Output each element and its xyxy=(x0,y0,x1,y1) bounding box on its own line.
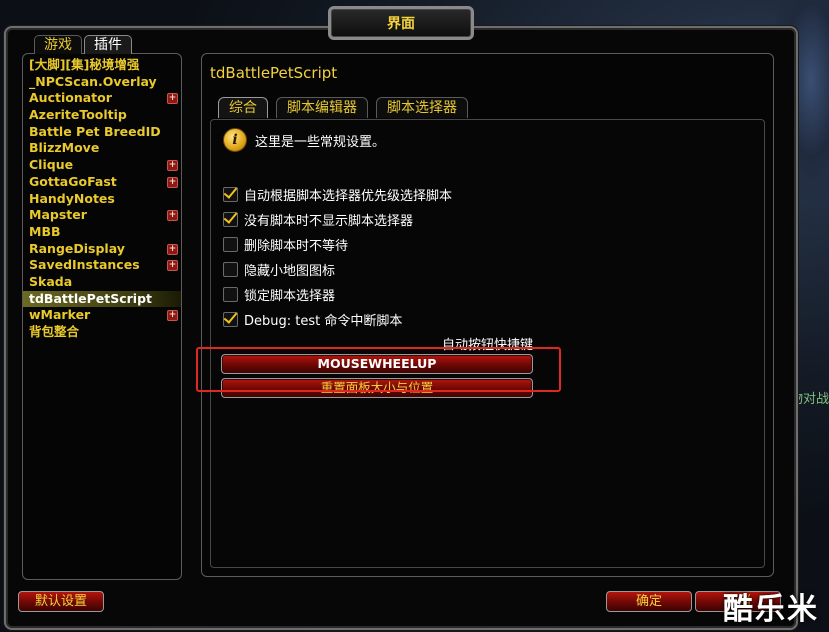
plus-icon[interactable]: + xyxy=(167,93,178,105)
addon-list: [大脚][集]秘境增强 _NPCScan.Overlay Auctionator + A… xyxy=(22,53,182,580)
addon-item[interactable]: tdBattlePetScript xyxy=(23,290,181,308)
annotation-highlight xyxy=(196,347,561,392)
plus-icon[interactable]: + xyxy=(167,260,178,272)
settings-panel: tdBattlePetScript 综合 脚本编辑器 脚本选择器 i 这里是一些… xyxy=(201,53,774,577)
option-label: Debug: test 命令中断脚本 xyxy=(244,314,403,329)
general-settings: i 这里是一些常规设置。 自动根据脚本选择器优先级选择脚本 没有脚本时不显示脚本… xyxy=(210,119,765,568)
plus-icon[interactable]: + xyxy=(167,160,178,172)
addon-item[interactable]: Battle Pet BreedID xyxy=(23,124,181,141)
addon-label: [大脚][集]秘境增强 xyxy=(29,57,140,72)
addon-label: _NPCScan.Overlay xyxy=(29,73,157,89)
addon-label: Clique xyxy=(29,157,74,173)
addon-label: Auctionator xyxy=(29,90,112,106)
addon-label: AzeriteTooltip xyxy=(29,107,127,123)
plus-icon[interactable]: + xyxy=(167,210,178,222)
option-hide-minimap-icon[interactable]: 隐藏小地图图标 xyxy=(223,260,335,279)
addon-item[interactable]: _NPCScan.Overlay xyxy=(23,74,181,91)
addon-label: Skada xyxy=(29,273,73,289)
addon-item[interactable]: Mapster + xyxy=(23,207,181,224)
addon-item[interactable]: 背包整合 xyxy=(23,324,181,341)
addon-label: HandyNotes xyxy=(29,190,115,206)
addon-item[interactable]: Skada xyxy=(23,274,181,291)
checkbox[interactable] xyxy=(223,187,238,202)
addon-item[interactable]: BlizzMove xyxy=(23,140,181,157)
option-auto-select-script[interactable]: 自动根据脚本选择器优先级选择脚本 xyxy=(223,185,452,204)
addon-item[interactable]: RangeDisplay + xyxy=(23,241,181,258)
window-title: 界面 xyxy=(328,6,474,40)
plus-icon[interactable]: + xyxy=(167,176,178,188)
checkbox[interactable] xyxy=(223,212,238,227)
addon-label: SavedInstances xyxy=(29,257,140,273)
addon-label: Battle Pet BreedID xyxy=(29,123,161,139)
tab-script-selector[interactable]: 脚本选择器 xyxy=(376,97,468,118)
addon-item[interactable]: Auctionator + xyxy=(23,90,181,107)
option-lock-selector[interactable]: 锁定脚本选择器 xyxy=(223,285,335,304)
addon-item[interactable]: AzeriteTooltip xyxy=(23,107,181,124)
checkbox[interactable] xyxy=(223,312,238,327)
tab-general[interactable]: 综合 xyxy=(218,97,268,118)
watermark-logo: 酷乐米 xyxy=(723,592,819,627)
checkbox[interactable] xyxy=(223,237,238,252)
ok-button[interactable]: 确定 xyxy=(606,591,692,612)
addon-item[interactable]: Clique + xyxy=(23,157,181,174)
addon-label: MBB xyxy=(29,223,61,239)
addon-item[interactable]: GottaGoFast + xyxy=(23,174,181,191)
addon-item[interactable]: HandyNotes xyxy=(23,191,181,208)
option-label: 自动根据脚本选择器优先级选择脚本 xyxy=(244,189,453,204)
info-row: i 这里是一些常规设置。 xyxy=(223,128,385,152)
addon-item[interactable]: wMarker + xyxy=(23,307,181,324)
checkbox[interactable] xyxy=(223,287,238,302)
option-label: 删除脚本时不等待 xyxy=(244,239,349,254)
info-text: 这里是一些常规设置。 xyxy=(255,134,386,150)
panel-tabs: 综合 脚本编辑器 脚本选择器 xyxy=(218,97,468,118)
tab-game[interactable]: 游戏 xyxy=(34,35,82,54)
option-no-wait-delete[interactable]: 删除脚本时不等待 xyxy=(223,235,348,254)
defaults-button[interactable]: 默认设置 xyxy=(18,591,104,612)
plus-icon[interactable]: + xyxy=(167,243,178,255)
option-hide-selector-no-script[interactable]: 没有脚本时不显示脚本选择器 xyxy=(223,210,413,229)
addon-label: RangeDisplay xyxy=(29,240,125,256)
addon-item[interactable]: MBB xyxy=(23,224,181,241)
addon-label: 背包整合 xyxy=(29,324,80,339)
option-label: 没有脚本时不显示脚本选择器 xyxy=(244,214,414,229)
option-label: 隐藏小地图图标 xyxy=(244,264,336,279)
plus-icon[interactable]: + xyxy=(167,310,178,322)
tab-script-editor[interactable]: 脚本编辑器 xyxy=(276,97,368,118)
addon-item[interactable]: SavedInstances + xyxy=(23,257,181,274)
category-tabs: 游戏 插件 xyxy=(34,35,132,54)
tab-addons[interactable]: 插件 xyxy=(84,35,132,54)
addon-item[interactable]: [大脚][集]秘境增强 xyxy=(23,57,181,74)
option-debug-test[interactable]: Debug: test 命令中断脚本 xyxy=(223,310,402,329)
addon-label: wMarker xyxy=(29,307,91,323)
addon-label: tdBattlePetScript xyxy=(29,290,152,306)
addon-label: Mapster xyxy=(29,207,87,223)
info-icon: i xyxy=(223,128,247,152)
addon-label: BlizzMove xyxy=(29,140,100,156)
checkbox[interactable] xyxy=(223,262,238,277)
panel-title: tdBattlePetScript xyxy=(210,64,338,82)
option-label: 锁定脚本选择器 xyxy=(244,289,336,304)
addon-label: GottaGoFast xyxy=(29,173,117,189)
